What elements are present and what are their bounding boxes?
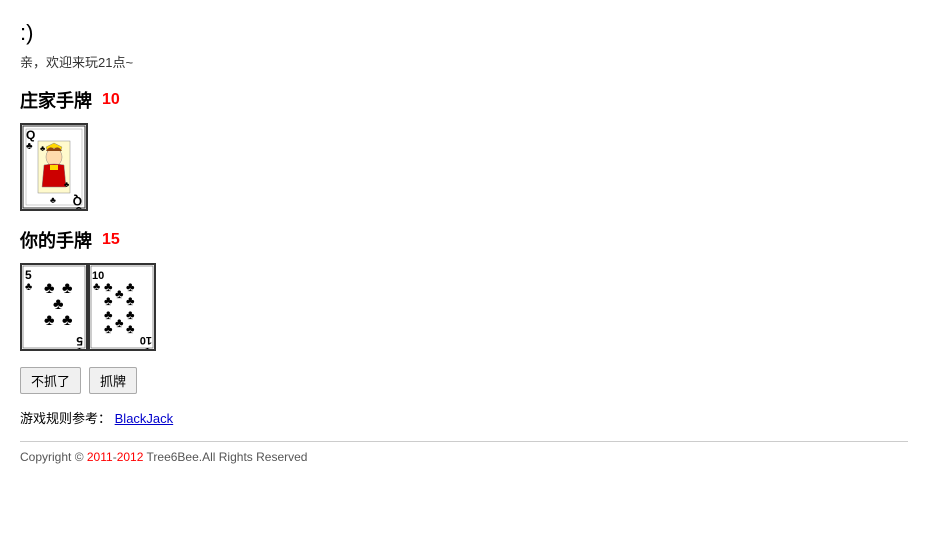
svg-text:♣: ♣ — [126, 293, 135, 308]
rules-prefix: 游戏规则参考： — [20, 411, 111, 426]
action-buttons: 不抓了 抓牌 — [20, 367, 908, 394]
hit-button[interactable]: 抓牌 — [89, 367, 137, 394]
blackjack-link[interactable]: BlackJack — [115, 411, 174, 426]
svg-text:♣: ♣ — [75, 204, 82, 209]
player-card-5-clubs: 5 ♣ 5 ♣ ♣ ♣ ♣ ♣ ♣ — [20, 263, 88, 351]
footer: Copyright © 2011-2012 Tree6Bee.All Right… — [20, 441, 908, 464]
svg-text:♣: ♣ — [126, 307, 135, 322]
svg-text:5: 5 — [25, 268, 32, 282]
svg-text:♣: ♣ — [50, 195, 56, 205]
smiley-text: :) — [20, 20, 908, 46]
dealer-card-queen-clubs: Q ♣ Q ♣ ♣ ♣ ♣ — [20, 123, 88, 211]
rules-line: 游戏规则参考： BlackJack — [20, 408, 908, 427]
footer-year2: 2012 — [117, 450, 144, 464]
footer-company: Tree6Bee.All Rights Reserved — [143, 450, 307, 464]
dealer-section-title: 庄家手牌 10 — [20, 87, 908, 113]
svg-text:♣: ♣ — [40, 144, 46, 153]
svg-text:♣: ♣ — [115, 315, 124, 330]
dealer-cards: Q ♣ Q ♣ ♣ ♣ ♣ — [20, 123, 908, 211]
svg-text:♣: ♣ — [126, 279, 135, 294]
svg-text:♣: ♣ — [44, 312, 55, 329]
svg-text:♣: ♣ — [104, 307, 113, 322]
svg-text:♣: ♣ — [25, 281, 32, 293]
svg-text:♣: ♣ — [126, 321, 135, 336]
player-score: 15 — [102, 231, 120, 249]
footer-year1: 2011 — [87, 450, 113, 464]
svg-text:♣: ♣ — [104, 321, 113, 336]
stand-button[interactable]: 不抓了 — [20, 367, 81, 394]
svg-text:♣: ♣ — [76, 345, 83, 349]
svg-text:♣: ♣ — [44, 280, 55, 297]
svg-text:♣: ♣ — [62, 312, 73, 329]
player-card-10-clubs: 10 ♣ 10 ♣ ♣ ♣ ♣ ♣ ♣ ♣ ♣ ♣ ♣ ♣ — [88, 263, 156, 351]
player-section-title: 你的手牌 15 — [20, 227, 908, 253]
svg-text:Q: Q — [26, 128, 35, 142]
player-cards: 5 ♣ 5 ♣ ♣ ♣ ♣ ♣ ♣ 10 ♣ 10 ♣ ♣ ♣ ♣ ♣ ♣ ♣ … — [20, 263, 908, 351]
dealer-score: 10 — [102, 91, 120, 109]
svg-text:10: 10 — [140, 334, 152, 346]
svg-text:♣: ♣ — [62, 280, 73, 297]
svg-text:♣: ♣ — [26, 141, 33, 152]
svg-text:♣: ♣ — [53, 296, 64, 313]
svg-text:♣: ♣ — [144, 345, 151, 349]
welcome-text: 亲，欢迎来玩21点~ — [20, 52, 908, 71]
footer-copyright-start: Copyright © — [20, 450, 87, 464]
player-label: 你的手牌 — [20, 227, 92, 253]
svg-text:♣: ♣ — [104, 279, 113, 294]
dealer-label: 庄家手牌 — [20, 87, 92, 113]
svg-text:♣: ♣ — [115, 286, 124, 301]
svg-text:♣: ♣ — [64, 180, 70, 189]
svg-text:♣: ♣ — [104, 293, 113, 308]
svg-text:♣: ♣ — [93, 281, 100, 293]
